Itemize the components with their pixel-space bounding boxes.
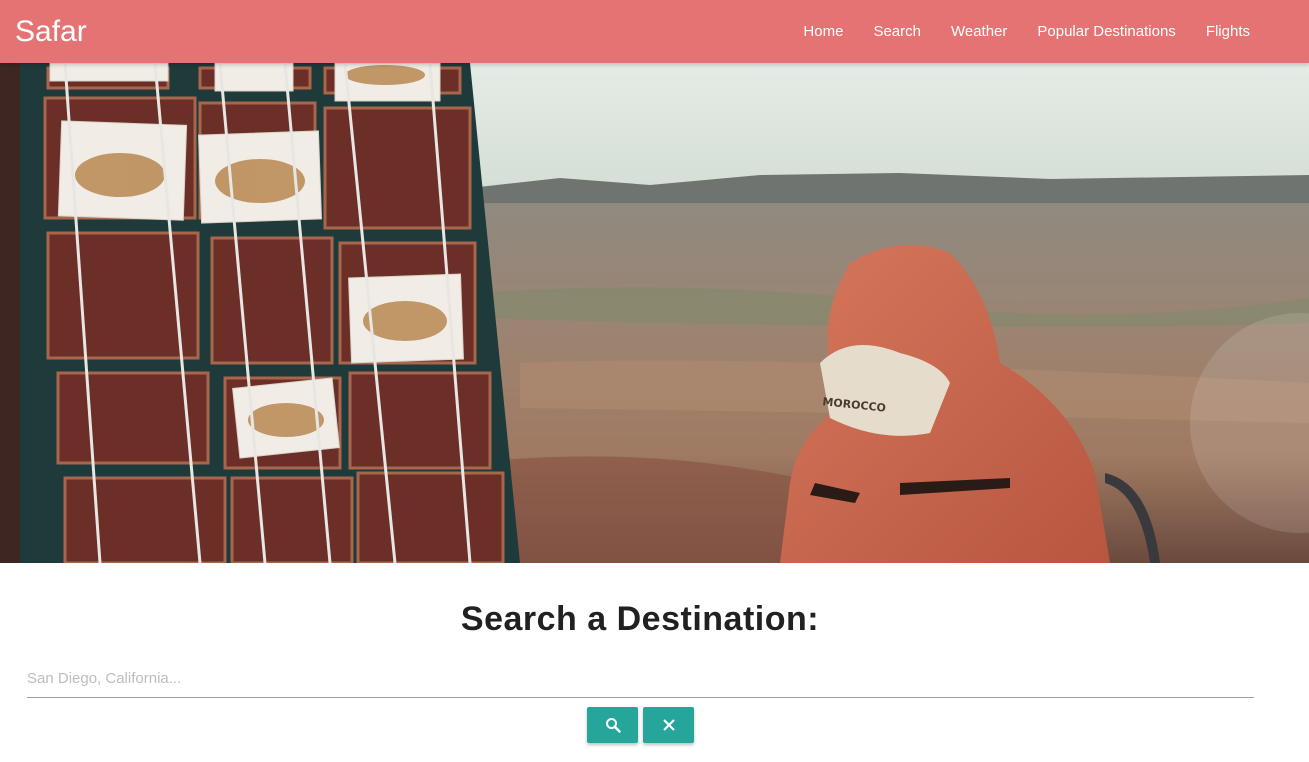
hero-illustration: MOROCCO: [0, 63, 1309, 563]
search-title: Search a Destination:: [460, 600, 820, 638]
clear-button[interactable]: [643, 707, 694, 743]
search-icon: [605, 718, 621, 733]
nav-flights-link[interactable]: Flights: [1191, 0, 1265, 63]
nav-search-link[interactable]: Search: [858, 0, 936, 63]
navbar: Safar Home Search Weather Popular Destin…: [0, 0, 1309, 63]
nav-home-link[interactable]: Home: [788, 0, 858, 63]
nav-popular-destinations-link[interactable]: Popular Destinations: [1022, 0, 1190, 63]
nav-links: Home Search Weather Popular Destinations…: [788, 0, 1265, 63]
nav-weather-link[interactable]: Weather: [936, 0, 1022, 63]
close-icon: [662, 719, 675, 731]
search-input[interactable]: [27, 660, 1254, 698]
brand-logo[interactable]: Safar: [15, 12, 87, 52]
search-button[interactable]: [587, 707, 638, 743]
hero-image: MOROCCO: [0, 63, 1309, 563]
